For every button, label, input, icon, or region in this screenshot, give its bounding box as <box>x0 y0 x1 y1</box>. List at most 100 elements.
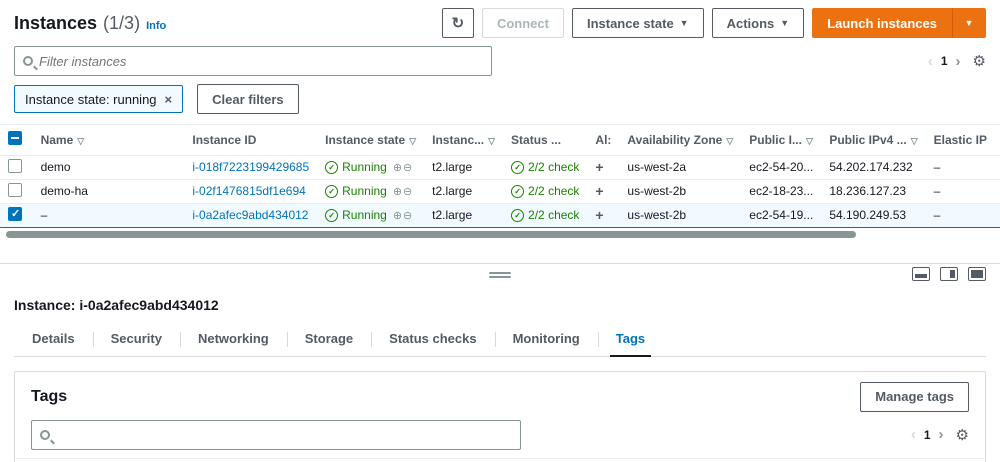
cell-instance-type: t2.large <box>424 179 503 203</box>
gear-icon[interactable]: ⚙ <box>973 52 986 70</box>
cell-elastic-ip: – <box>926 155 1000 179</box>
filter-in-out-icons[interactable]: ⊕⊖ <box>393 185 413 198</box>
sort-icon: ▽ <box>409 136 416 146</box>
tags-table: Key Value aws:ec2launchtemplate:version … <box>15 458 985 462</box>
cell-public-ipv4: 54.202.174.232 <box>821 155 925 179</box>
row-checkbox[interactable] <box>8 183 22 197</box>
tab-status-checks[interactable]: Status checks <box>371 323 494 356</box>
column-header-public-ipv4[interactable]: Public IPv4 ...▽ <box>821 125 925 155</box>
page-number[interactable]: 1 <box>924 428 931 442</box>
sort-icon: ▽ <box>726 136 733 146</box>
chevron-down-icon: ▼ <box>680 19 689 28</box>
split-panel-drag-handle[interactable] <box>489 270 511 280</box>
full-panel-layout-icon[interactable] <box>968 267 986 281</box>
tags-column-key: Key <box>15 458 558 462</box>
refresh-button[interactable]: ↻ <box>442 8 474 38</box>
cell-elastic-ip: – <box>926 179 1000 203</box>
tags-pagination: ‹ 1 › ⚙ <box>911 426 969 444</box>
status-check-icon: ✓ <box>511 161 524 174</box>
cell-public-dns: ec2-54-20... <box>741 155 821 179</box>
column-header-alarm[interactable]: Al: <box>587 125 619 155</box>
actions-menu-button[interactable]: Actions▼ <box>712 8 805 38</box>
table-row[interactable]: demo i-018f7223199429685 ✓Running⊕⊖ t2.l… <box>0 155 1000 179</box>
cell-public-dns: ec2-18-23... <box>741 179 821 203</box>
column-header-availability-zone[interactable]: Availability Zone▽ <box>619 125 741 155</box>
next-page-button[interactable]: › <box>939 426 944 443</box>
running-status-icon: ✓ <box>325 209 338 222</box>
filter-instances-input[interactable] <box>39 54 483 69</box>
instance-detail-panel: Instance: i-0a2afec9abd434012 Details Se… <box>0 283 1000 462</box>
table-row[interactable]: demo-ha i-02f1476815df1e694 ✓Running⊕⊖ t… <box>0 179 1000 203</box>
previous-page-button[interactable]: ‹ <box>911 426 916 443</box>
launch-instances-button[interactable]: Launch instances <box>812 8 952 38</box>
tab-monitoring[interactable]: Monitoring <box>495 323 598 356</box>
bottom-panel-layout-icon[interactable] <box>912 267 930 281</box>
previous-page-button[interactable]: ‹ <box>928 53 933 70</box>
tab-networking[interactable]: Networking <box>180 323 287 356</box>
row-checkbox[interactable] <box>8 159 22 173</box>
column-header-public-dns[interactable]: Public I...▽ <box>741 125 821 155</box>
split-panel-divider <box>0 263 1000 283</box>
cell-public-dns: ec2-54-19... <box>741 203 821 227</box>
filter-in-out-icons[interactable]: ⊕⊖ <box>393 161 413 174</box>
cell-public-ipv4: 18.236.127.23 <box>821 179 925 203</box>
add-alarm-button[interactable]: + <box>595 183 603 199</box>
cell-elastic-ip: – <box>926 203 1000 227</box>
sort-icon: ▽ <box>488 136 495 146</box>
chevron-down-icon: ▼ <box>965 19 974 28</box>
tab-tags[interactable]: Tags <box>598 323 663 356</box>
instance-id-link[interactable]: i-02f1476815df1e694 <box>192 184 305 198</box>
tags-search-input[interactable] <box>56 427 512 442</box>
tab-details[interactable]: Details <box>14 323 93 356</box>
page-title: Instances <box>14 13 97 34</box>
filter-instances-input-wrap <box>14 46 492 76</box>
select-all-checkbox[interactable] <box>8 131 22 145</box>
close-icon[interactable]: × <box>165 92 173 107</box>
instance-state-menu-button[interactable]: Instance state▼ <box>572 8 704 38</box>
manage-tags-button[interactable]: Manage tags <box>860 382 969 412</box>
column-header-instance-state[interactable]: Instance state▽ <box>317 125 424 155</box>
tags-panel-title: Tags <box>31 388 67 406</box>
tags-column-value: Value <box>558 458 985 462</box>
tab-security[interactable]: Security <box>93 323 180 356</box>
column-header-instance-type[interactable]: Instanc...▽ <box>424 125 503 155</box>
side-panel-layout-icon[interactable] <box>940 267 958 281</box>
column-header-status-checks[interactable]: Status ... <box>503 125 587 155</box>
instance-id-link[interactable]: i-0a2afec9abd434012 <box>192 208 308 222</box>
add-alarm-button[interactable]: + <box>595 207 603 223</box>
next-page-button[interactable]: › <box>956 53 961 70</box>
filter-token: Instance state: running × <box>14 85 183 113</box>
instances-table: Name▽ Instance ID Instance state▽ Instan… <box>0 124 1000 241</box>
launch-instances-split-button: Launch instances ▼ <box>812 8 986 38</box>
filter-in-out-icons[interactable]: ⊕⊖ <box>393 209 413 222</box>
clear-filters-button[interactable]: Clear filters <box>197 84 299 114</box>
table-row-selected[interactable]: – i-0a2afec9abd434012 ✓Running⊕⊖ t2.larg… <box>0 203 1000 227</box>
gear-icon[interactable]: ⚙ <box>956 426 969 444</box>
tab-storage[interactable]: Storage <box>287 323 371 356</box>
page-number[interactable]: 1 <box>941 54 948 68</box>
cell-public-ipv4: 54.190.249.53 <box>821 203 925 227</box>
detail-tabs: Details Security Networking Storage Stat… <box>14 323 986 357</box>
cell-instance-type: t2.large <box>424 155 503 179</box>
horizontal-scrollbar[interactable] <box>6 231 856 238</box>
launch-instances-dropdown-button[interactable]: ▼ <box>952 8 986 38</box>
cell-az: us-west-2b <box>619 179 741 203</box>
cell-name: demo-ha <box>33 179 185 203</box>
cell-az: us-west-2a <box>619 155 741 179</box>
add-alarm-button[interactable]: + <box>595 159 603 175</box>
search-icon <box>23 56 33 66</box>
info-link[interactable]: Info <box>146 20 166 32</box>
column-header-elastic-ip[interactable]: Elastic IP <box>926 125 1000 155</box>
top-pagination: ‹ 1 › ⚙ <box>928 52 986 70</box>
column-header-name[interactable]: Name▽ <box>33 125 185 155</box>
sort-icon: ▽ <box>911 136 918 146</box>
connect-button[interactable]: Connect <box>482 8 564 38</box>
instance-id-link[interactable]: i-018f7223199429685 <box>192 160 309 174</box>
running-status-icon: ✓ <box>325 185 338 198</box>
cell-name: – <box>33 203 185 227</box>
cell-name: demo <box>33 155 185 179</box>
row-checkbox[interactable] <box>8 207 22 221</box>
detail-title: Instance: i-0a2afec9abd434012 <box>14 291 986 323</box>
status-check-icon: ✓ <box>511 209 524 222</box>
column-header-instance-id[interactable]: Instance ID <box>184 125 317 155</box>
